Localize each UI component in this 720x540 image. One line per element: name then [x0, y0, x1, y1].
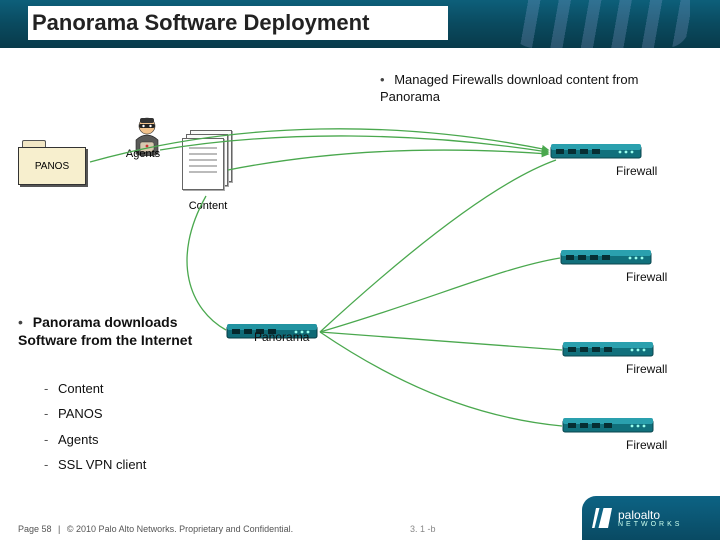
managed-firewalls-text: Managed Firewalls download content from …	[380, 72, 638, 104]
header-decoration	[510, 0, 690, 48]
logo-text: paloalto NETWORKS	[618, 509, 682, 528]
paloalto-mark-icon	[592, 508, 612, 528]
firewall-device-4-icon	[562, 414, 654, 438]
copyright-text: © 2010 Palo Alto Networks. Proprietary a…	[67, 524, 293, 534]
list-item: -SSL VPN client	[44, 452, 146, 477]
logo-sub: NETWORKS	[618, 521, 682, 528]
panorama-label: Panorama	[254, 330, 309, 344]
footer-separator: |	[58, 524, 60, 534]
logo-brand: paloalto	[618, 508, 660, 522]
page-number: Page 58	[18, 524, 52, 534]
list-item-label: SSL VPN client	[58, 457, 146, 472]
slide-number: 3. 1 -b	[410, 524, 436, 534]
download-types-list: -Content -PANOS -Agents -SSL VPN client	[44, 376, 146, 477]
paloalto-logo: paloalto NETWORKS	[582, 496, 720, 540]
content-label: Content	[178, 200, 238, 212]
managed-firewalls-bullet: • Managed Firewalls download content fro…	[380, 72, 700, 106]
panorama-downloads-text: Panorama downloads Software from the Int…	[18, 314, 192, 348]
content-pages-icon	[180, 130, 236, 190]
list-item-label: PANOS	[58, 406, 103, 421]
list-item: -Agents	[44, 427, 146, 452]
firewall-4-label: Firewall	[626, 438, 667, 452]
panorama-downloads-bullet: • Panorama downloads Software from the I…	[18, 314, 228, 349]
dash-icon: -	[44, 376, 58, 401]
dash-icon: -	[44, 452, 58, 477]
dash-icon: -	[44, 401, 58, 426]
list-item-label: Content	[58, 381, 104, 396]
firewall-1-label: Firewall	[616, 164, 657, 178]
bullet-dot-icon: •	[380, 72, 385, 87]
list-item: -PANOS	[44, 401, 146, 426]
firewall-device-1-icon	[550, 140, 642, 164]
bullet-dot-icon: •	[18, 314, 23, 330]
dash-icon: -	[44, 427, 58, 452]
firewall-3-label: Firewall	[626, 362, 667, 376]
agents-label: Agents	[118, 148, 168, 160]
firewall-2-label: Firewall	[626, 270, 667, 284]
panos-folder-icon: PANOS	[18, 140, 86, 184]
list-item-label: Agents	[58, 432, 98, 447]
firewall-device-2-icon	[560, 246, 652, 270]
footer: Page 58 | © 2010 Palo Alto Networks. Pro…	[18, 524, 293, 534]
firewall-device-3-icon	[562, 338, 654, 362]
page-title: Panorama Software Deployment	[28, 6, 448, 40]
list-item: -Content	[44, 376, 146, 401]
panos-folder-label: PANOS	[35, 161, 69, 172]
